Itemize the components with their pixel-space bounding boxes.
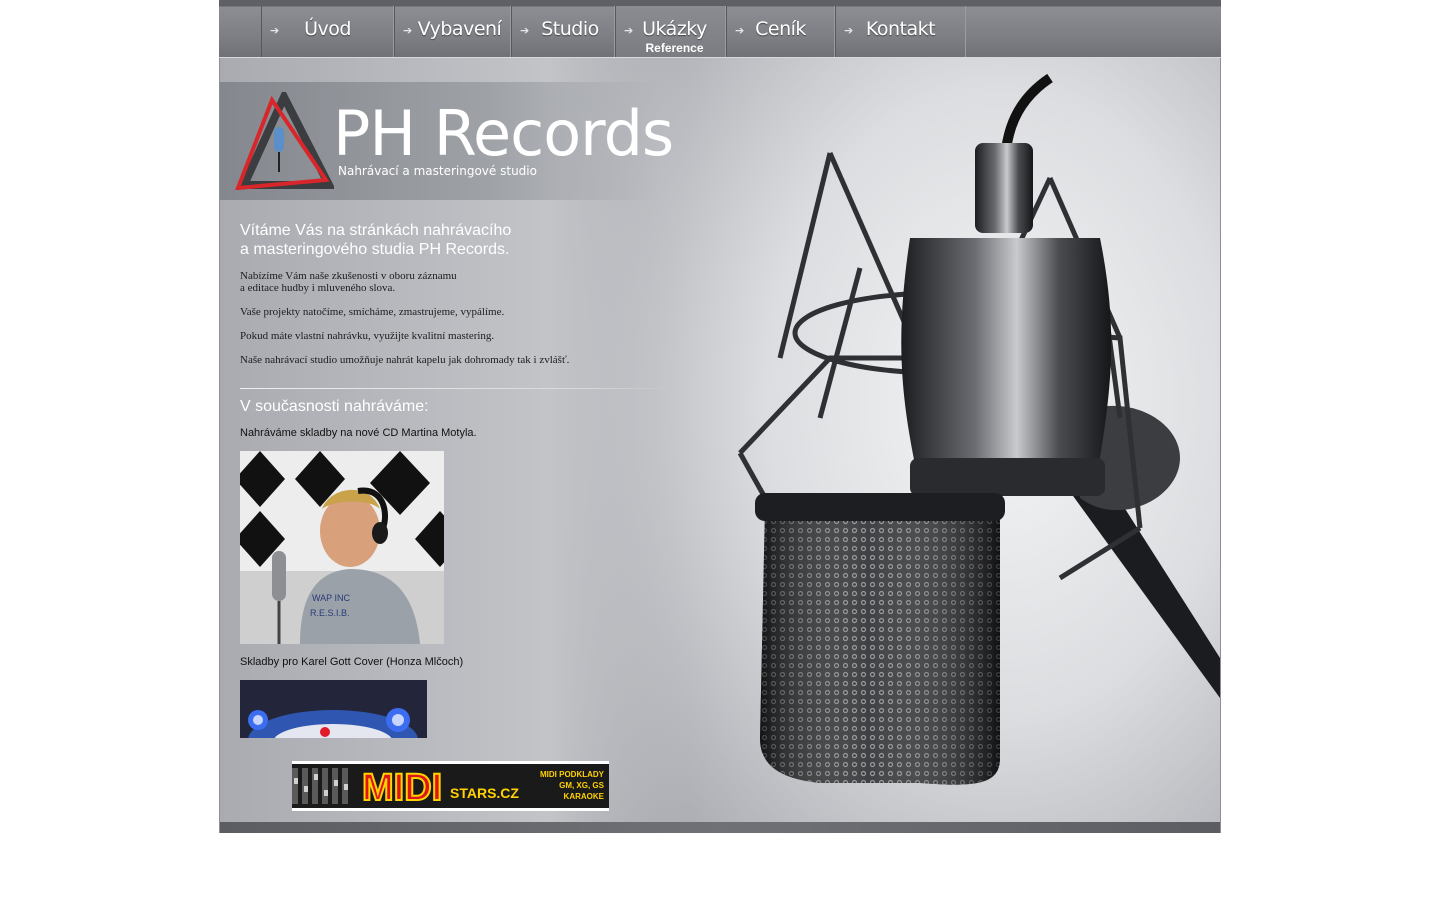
main-navigation: ➔ Úvod ➔ Vybavení ➔ Studio ➔ Ukázky Refe… bbox=[219, 0, 1221, 58]
singer-photo-graphic: WAP INC R.E.S.I.B. bbox=[240, 451, 444, 644]
singer-photo[interactable]: WAP INC R.E.S.I.B. bbox=[240, 451, 444, 644]
nav-label: Ceník bbox=[755, 18, 806, 40]
footer-bar bbox=[220, 822, 1220, 833]
welcome-line-1: Vítáme Vás na stránkách nahrávacího bbox=[240, 222, 512, 239]
banner-brand-suffix: STARS.CZ bbox=[450, 785, 519, 801]
banner-tag-1: MIDI PODKLADY bbox=[540, 770, 605, 779]
nav-label: Ukázky bbox=[642, 18, 707, 40]
nav-item-vybaveni[interactable]: ➔ Vybavení bbox=[394, 6, 511, 57]
intro-paragraph-3: Pokud máte vlastní nahrávku, využijte kv… bbox=[240, 330, 495, 342]
intro-section: Vítáme Vás na stránkách nahrávacího a ma… bbox=[240, 221, 680, 366]
site-subtitle: Nahrávací a masteringové studio bbox=[338, 164, 537, 178]
site-container: ➔ Úvod ➔ Vybavení ➔ Studio ➔ Ukázky Refe… bbox=[219, 0, 1221, 833]
nav-item-cenik[interactable]: ➔ Ceník bbox=[726, 6, 835, 57]
welcome-heading: Vítáme Vás na stránkách nahrávacího a ma… bbox=[240, 221, 680, 259]
banner-tag-3: KARAOKE bbox=[564, 792, 605, 801]
intro-paragraph-1-line-2: a editace hudby i mluveného slova. bbox=[240, 282, 396, 294]
banner-tag-2: GM, XG, GS bbox=[559, 781, 605, 790]
stage-photo[interactable] bbox=[240, 680, 427, 738]
shirt-text-2: R.E.S.I.B. bbox=[310, 608, 350, 618]
midistars-banner-link[interactable]: MIDI STARS.CZ MIDI PODKLADY GM, XG, GS K… bbox=[292, 761, 609, 811]
recording-caption-2: Skladby pro Karel Gott Cover (Honza Mlčo… bbox=[240, 656, 464, 668]
triangle-microphone-logo-icon bbox=[235, 92, 334, 190]
currently-recording-heading: V současnosti nahráváme: bbox=[240, 398, 429, 415]
stage-photo-graphic bbox=[240, 680, 427, 738]
site-title: PH Records bbox=[333, 97, 674, 170]
nav-item-uvod[interactable]: ➔ Úvod bbox=[261, 6, 394, 57]
nav-label: Vybavení bbox=[417, 18, 502, 40]
nav-label: Úvod bbox=[304, 18, 351, 40]
shirt-text-1: WAP INC bbox=[312, 593, 351, 603]
midistars-banner-graphic: MIDI STARS.CZ MIDI PODKLADY GM, XG, GS K… bbox=[292, 764, 609, 808]
intro-paragraph-1: Nabízíme Vám naše zkušenosti v oboru záz… bbox=[240, 270, 457, 294]
banner-brand: MIDI bbox=[362, 767, 442, 808]
intro-paragraph-4: Naše nahrávací studio umožňuje nahrát ka… bbox=[240, 354, 570, 366]
welcome-line-2: a masteringového studia PH Records. bbox=[240, 241, 510, 258]
nav-sublabel: Reference bbox=[645, 41, 704, 55]
recording-caption-1: Nahráváme skladby na nové CD Martina Mot… bbox=[240, 427, 477, 439]
nav-label: Studio bbox=[541, 18, 599, 40]
section-divider bbox=[240, 388, 675, 389]
nav-item-kontakt[interactable]: ➔ Kontakt bbox=[835, 6, 966, 57]
nav-item-ukazky[interactable]: ➔ Ukázky Reference bbox=[615, 6, 726, 57]
nav-label: Kontakt bbox=[865, 18, 936, 40]
nav-item-studio[interactable]: ➔ Studio bbox=[511, 6, 615, 57]
intro-paragraph-2: Vaše projekty natočíme, smícháme, zmastr… bbox=[240, 306, 505, 318]
intro-paragraph-1-line-1: Nabízíme Vám naše zkušenosti v oboru záz… bbox=[240, 270, 457, 282]
